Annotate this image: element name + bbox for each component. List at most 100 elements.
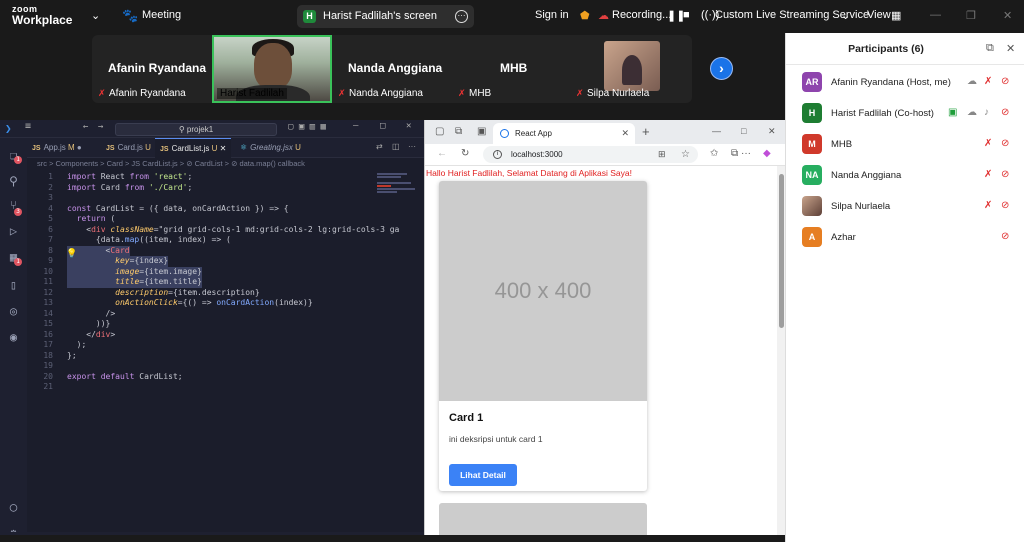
video-off-icon[interactable]: ⊘ bbox=[1001, 200, 1009, 211]
tab-status: U bbox=[295, 143, 301, 152]
maximize-icon[interactable]: ❐ bbox=[966, 9, 976, 22]
tab-cardlist-js[interactable]: JS CardList.js U ✕ bbox=[155, 138, 232, 158]
remote-icon[interactable]: ▯ bbox=[6, 278, 21, 293]
more-icon[interactable]: ··· bbox=[408, 142, 416, 151]
command-search-input[interactable]: ⚲ projek1 bbox=[115, 123, 277, 136]
video-off-icon[interactable]: ⊘ bbox=[1001, 138, 1009, 149]
close-icon[interactable]: ✕ bbox=[1003, 9, 1012, 22]
tile-name-small: Afanin Ryandana bbox=[109, 88, 186, 99]
shield-icon[interactable]: ⬟ bbox=[580, 9, 590, 22]
paw-icon: 🐾 bbox=[122, 8, 139, 23]
back-icon[interactable]: ← bbox=[83, 122, 88, 132]
video-tile-nanda[interactable]: Nanda Anggiana ✗ Nanda Anggiana bbox=[334, 35, 464, 103]
avatar: H bbox=[802, 103, 822, 123]
tab-greating-jsx[interactable]: ⚛ Greating.jsx U bbox=[235, 138, 306, 158]
search-icon[interactable]: ⚲ bbox=[6, 174, 21, 189]
participant-row[interactable]: M MHB ✗ ⊘ bbox=[786, 131, 1024, 161]
minimize-icon[interactable]: — bbox=[353, 121, 358, 131]
mic-off-icon[interactable]: ✗ bbox=[984, 138, 992, 149]
video-off-icon[interactable]: ⊘ bbox=[1001, 107, 1009, 118]
avatar: NA bbox=[802, 165, 822, 185]
video-tile-afanin[interactable]: Afanin Ryandana ✗ Afanin Ryandana bbox=[92, 35, 212, 103]
participant-row[interactable]: A Azhar ⊘ bbox=[786, 224, 1024, 254]
silpa-avatar-image bbox=[604, 41, 660, 91]
participant-row[interactable]: NA Nanda Anggiana ✗ ⊘ bbox=[786, 162, 1024, 192]
view-label[interactable]: View bbox=[867, 9, 891, 21]
close-icon[interactable]: ✕ bbox=[768, 126, 776, 137]
favorites-icon[interactable]: ✩ bbox=[710, 148, 718, 159]
detail-button[interactable]: Lihat Detail bbox=[449, 464, 517, 486]
close-panel-icon[interactable]: ✕ bbox=[1006, 42, 1015, 55]
collections-icon[interactable]: ⧉ bbox=[455, 126, 462, 137]
next-page-button[interactable]: › bbox=[710, 57, 733, 80]
meeting-label[interactable]: Meeting bbox=[142, 9, 181, 21]
minimize-icon[interactable]: — bbox=[930, 9, 941, 21]
line-number: 6 bbox=[48, 224, 53, 234]
copilot-icon[interactable]: ◆ bbox=[763, 148, 771, 159]
share-indicator[interactable]: H Harist Fadlilah's screen ··· bbox=[297, 5, 474, 28]
chevron-down-icon[interactable]: ⌄ bbox=[841, 9, 850, 22]
close-tab-icon[interactable]: ✕ bbox=[621, 123, 629, 144]
more-icon[interactable]: ··· bbox=[455, 10, 468, 23]
back-icon[interactable]: ← bbox=[437, 148, 447, 159]
video-tile-mhb[interactable]: MHB ✗ MHB bbox=[458, 35, 574, 103]
video-off-icon[interactable]: ⊘ bbox=[1001, 169, 1009, 180]
view-grid-icon[interactable]: ▦ bbox=[891, 9, 901, 22]
minimap[interactable] bbox=[377, 172, 417, 212]
stop-icon[interactable]: ■ bbox=[683, 9, 690, 21]
minimize-icon[interactable]: — bbox=[712, 126, 721, 136]
browser-tab[interactable]: React App ✕ bbox=[493, 123, 635, 144]
run-debug-icon[interactable]: ▷ bbox=[6, 224, 21, 239]
favorite-star-icon[interactable]: ☆ bbox=[681, 146, 690, 163]
participant-row[interactable]: Silpa Nurlaela ✗ ⊘ bbox=[786, 193, 1024, 223]
participants-panel: Participants (6) ⧉ ✕ AR Afanin Ryandana … bbox=[785, 33, 1024, 542]
video-tile-silpa[interactable]: ✗ Silpa Nurlaela bbox=[574, 35, 692, 103]
line-number: 19 bbox=[43, 361, 53, 370]
settings-more-icon[interactable]: ··· bbox=[741, 148, 751, 159]
split-editor-icon[interactable]: ◫ bbox=[392, 142, 400, 151]
participant-name: Silpa Nurlaela bbox=[831, 201, 891, 212]
tab-card-js[interactable]: JS Card.js U bbox=[101, 138, 156, 158]
code-editor[interactable]: 1 import React from 'react'; 2 import Card … bbox=[27, 172, 399, 522]
layout-icon[interactable]: ▢ ▣ ▥ ▦ bbox=[288, 122, 326, 132]
video-off-icon[interactable]: ⊘ bbox=[1001, 231, 1009, 242]
reload-icon[interactable]: ↻ bbox=[461, 148, 469, 159]
compare-icon[interactable]: ⇄ bbox=[376, 142, 383, 151]
scrollbar-thumb[interactable] bbox=[779, 174, 784, 328]
mic-off-icon[interactable]: ✗ bbox=[984, 76, 992, 87]
breadcrumb[interactable]: src > Components > Card > JS CardList.js… bbox=[27, 158, 424, 170]
maximize-icon[interactable]: □ bbox=[741, 126, 746, 136]
forward-icon[interactable]: → bbox=[98, 122, 103, 132]
cloud-record-icon: ☁ bbox=[967, 76, 977, 87]
participant-row[interactable]: H Harist Fadlilah (Co-host) ▣ ☁ ♪ ⊘ bbox=[786, 100, 1024, 130]
lightbulb-icon[interactable]: 💡 bbox=[66, 249, 77, 259]
github-icon[interactable]: ◎ bbox=[6, 304, 21, 319]
profile-icon[interactable]: ▢ bbox=[435, 126, 444, 137]
chevron-down-icon[interactable]: ⌄ bbox=[91, 9, 100, 22]
close-icon[interactable]: ✕ bbox=[406, 121, 411, 131]
participant-row[interactable]: AR Afanin Ryandana (Host, me) ☁ ✗ ⊘ bbox=[786, 69, 1024, 99]
maximize-icon[interactable]: □ bbox=[380, 121, 385, 131]
address-bar[interactable]: i localhost:3000 ⊞ ☆ bbox=[483, 146, 698, 163]
mic-icon[interactable]: ♪ bbox=[984, 107, 989, 118]
pop-out-icon[interactable]: ⧉ bbox=[986, 42, 994, 55]
sign-in-link[interactable]: Sign in bbox=[535, 9, 569, 21]
mic-off-icon[interactable]: ✗ bbox=[984, 169, 992, 180]
collections-icon[interactable]: ⧉ bbox=[731, 148, 738, 159]
account-icon[interactable]: ◯ bbox=[6, 500, 21, 515]
code-line: import Card from './Card'; bbox=[67, 182, 193, 192]
mic-off-icon[interactable]: ✗ bbox=[984, 200, 992, 211]
app-available-icon[interactable]: ⊞ bbox=[658, 146, 666, 163]
line-number: 2 bbox=[48, 182, 53, 192]
docker-icon[interactable]: ◉ bbox=[6, 330, 21, 345]
recording-label[interactable]: Recording... bbox=[612, 9, 671, 21]
info-icon[interactable]: i bbox=[493, 150, 502, 159]
line-number: 10 bbox=[43, 266, 53, 276]
code-line: title={item.title} bbox=[67, 277, 202, 288]
menu-icon[interactable]: ≡ bbox=[25, 121, 31, 132]
tab-actions-icon[interactable]: ▣ bbox=[477, 126, 486, 137]
tab-app-js[interactable]: JS App.js M ● bbox=[27, 138, 87, 158]
video-off-icon[interactable]: ⊘ bbox=[1001, 76, 1009, 87]
new-tab-icon[interactable]: + bbox=[642, 124, 650, 139]
video-tile-harist[interactable]: Harist Fadlilah bbox=[212, 35, 332, 103]
